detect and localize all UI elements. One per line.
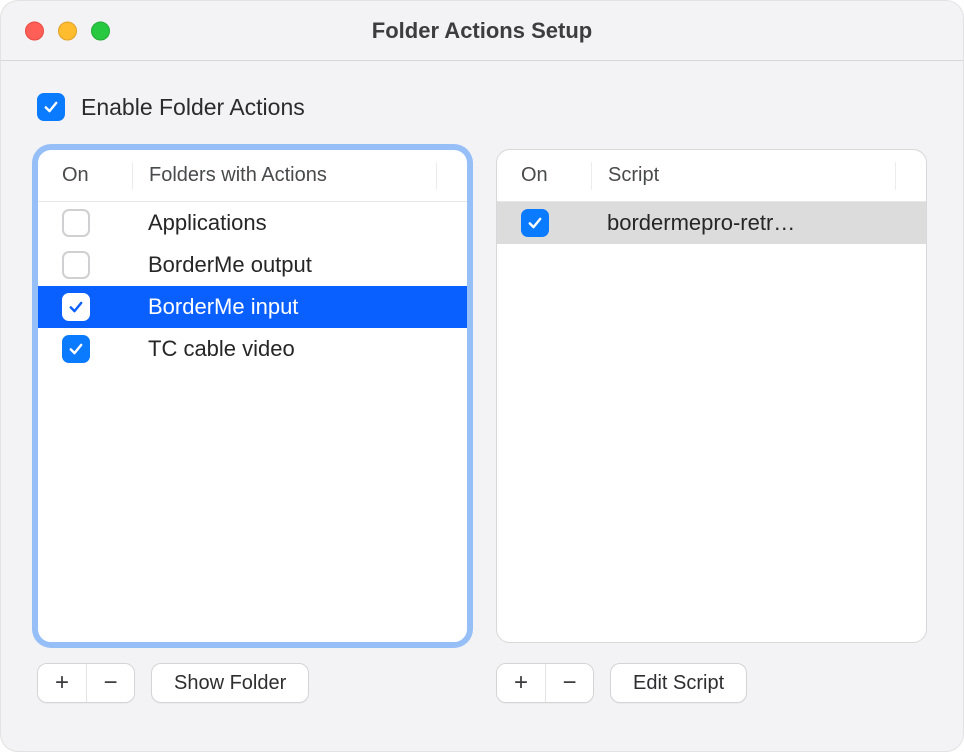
- minus-icon: −: [103, 669, 117, 697]
- scripts-col-on: On: [497, 164, 591, 187]
- folder-name-cell: TC cable video: [132, 336, 467, 362]
- scripts-footer: + − Edit Script: [496, 663, 927, 703]
- table-row[interactable]: TC cable video: [38, 328, 467, 370]
- folder-on-checkbox[interactable]: [62, 251, 90, 279]
- folder-on-checkbox[interactable]: [62, 209, 90, 237]
- folders-col-on: On: [38, 164, 132, 187]
- window-title: Folder Actions Setup: [1, 18, 963, 44]
- folder-name-cell: BorderMe output: [132, 252, 467, 278]
- folder-on-checkbox[interactable]: [62, 335, 90, 363]
- folder-name-cell: Applications: [132, 210, 467, 236]
- column-separator: [436, 162, 437, 190]
- enable-folder-actions-row: Enable Folder Actions: [37, 93, 927, 121]
- folders-col-name: Folders with Actions: [133, 164, 327, 187]
- folders-pane: On Folders with Actions Applications Bord…: [37, 149, 468, 703]
- script-on-checkbox[interactable]: [521, 209, 549, 237]
- window: Folder Actions Setup Enable Folder Actio…: [0, 0, 964, 752]
- traffic-lights: [25, 21, 110, 40]
- window-body: Enable Folder Actions On Folders with Ac…: [1, 61, 963, 731]
- folders-footer: + − Show Folder: [37, 663, 468, 703]
- table-row[interactable]: Applications: [38, 202, 467, 244]
- scripts-col-name: Script: [592, 164, 659, 187]
- column-separator: [895, 162, 896, 190]
- table-row[interactable]: BorderMe input: [38, 286, 467, 328]
- scripts-table-header: On Script: [497, 150, 926, 202]
- scripts-table-body: bordermepro-retr…: [497, 202, 926, 642]
- folder-name-cell: BorderMe input: [132, 294, 467, 320]
- enable-folder-actions-label: Enable Folder Actions: [81, 94, 305, 121]
- edit-script-button[interactable]: Edit Script: [610, 663, 747, 703]
- enable-folder-actions-checkbox[interactable]: [37, 93, 65, 121]
- zoom-window-button[interactable]: [91, 21, 110, 40]
- minimize-window-button[interactable]: [58, 21, 77, 40]
- table-row[interactable]: bordermepro-retr…: [497, 202, 926, 244]
- folders-add-remove-segment: + −: [37, 663, 135, 703]
- folder-on-checkbox[interactable]: [62, 293, 90, 321]
- remove-script-button[interactable]: −: [545, 664, 593, 702]
- show-folder-button[interactable]: Show Folder: [151, 663, 309, 703]
- plus-icon: +: [514, 669, 528, 697]
- titlebar: Folder Actions Setup: [1, 1, 963, 61]
- folders-table[interactable]: On Folders with Actions Applications Bord…: [37, 149, 468, 643]
- plus-icon: +: [55, 669, 69, 697]
- folders-table-header: On Folders with Actions: [38, 150, 467, 202]
- add-folder-button[interactable]: +: [38, 664, 86, 702]
- scripts-pane: On Script bordermepro-retr… + −: [496, 149, 927, 703]
- add-script-button[interactable]: +: [497, 664, 545, 702]
- remove-folder-button[interactable]: −: [86, 664, 134, 702]
- scripts-table[interactable]: On Script bordermepro-retr…: [496, 149, 927, 643]
- table-row[interactable]: BorderMe output: [38, 244, 467, 286]
- scripts-add-remove-segment: + −: [496, 663, 594, 703]
- script-name-cell: bordermepro-retr…: [591, 210, 926, 236]
- folders-table-body: Applications BorderMe output BorderMe inpu…: [38, 202, 467, 642]
- minus-icon: −: [562, 669, 576, 697]
- close-window-button[interactable]: [25, 21, 44, 40]
- panes: On Folders with Actions Applications Bord…: [37, 149, 927, 703]
